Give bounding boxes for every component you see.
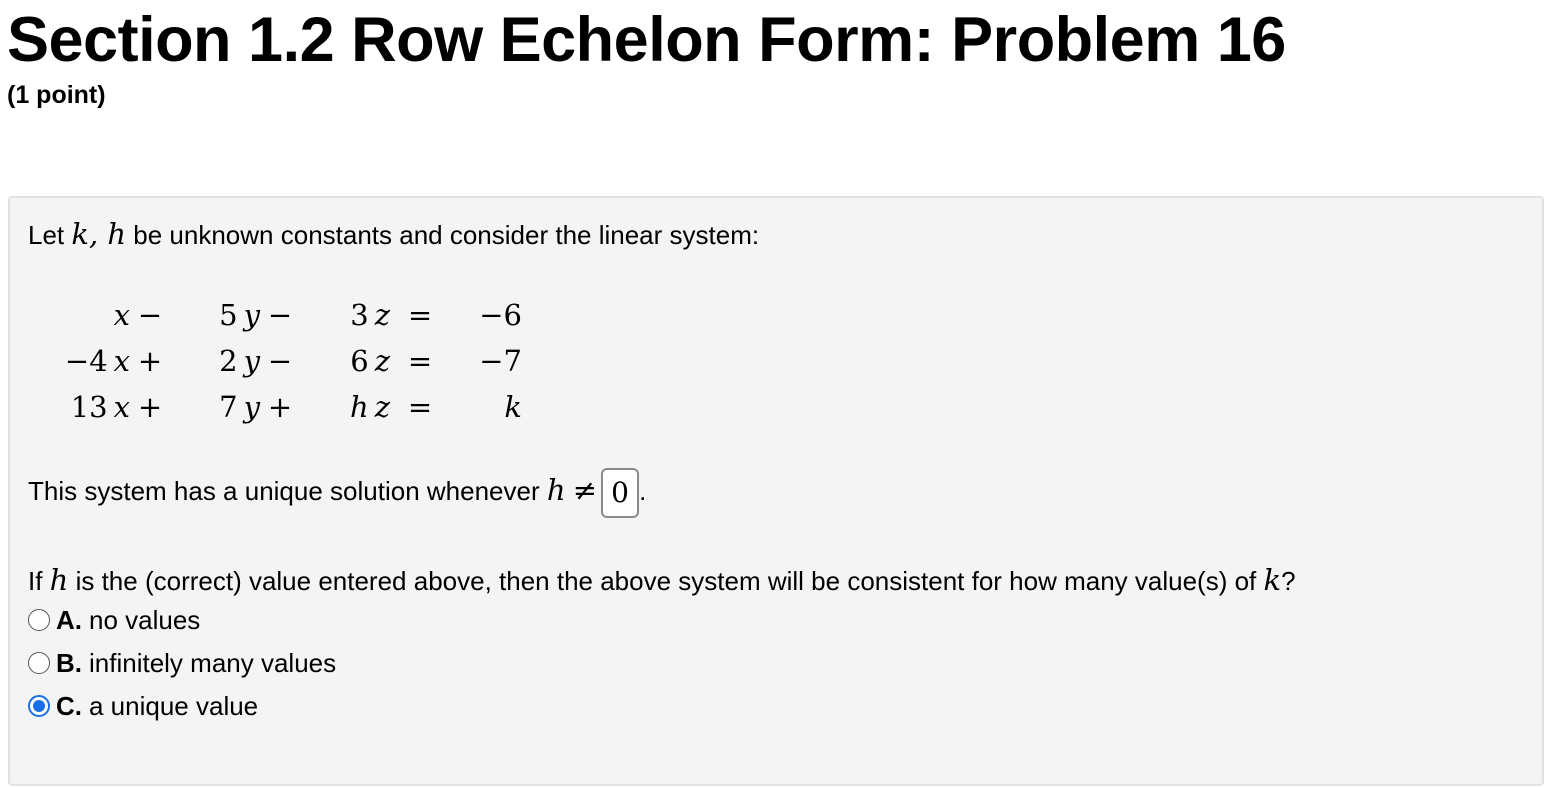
problem-box: Let k, h be unknown constants and consid… [8,196,1544,786]
term-variable: x [113,298,130,332]
system-term: 6z [300,338,390,384]
system-rhs: −7 [479,344,522,378]
term-coefficient: 2 [219,344,238,378]
choice-label: infinitely many values [89,647,337,678]
system-rhs: k [504,390,522,424]
term-variable: z [374,298,390,332]
equals-sign: = [407,344,433,378]
unique-suffix: . [639,476,647,506]
system-operator: + [137,390,163,424]
system-term: 7y [170,384,260,430]
term-variable: y [243,298,260,332]
question-var-k: k [1263,563,1282,597]
system-term: −4 x [50,338,130,384]
choice-option[interactable]: B. infinitely many values [28,647,336,679]
system-operator: − [267,298,293,332]
system-operator: + [267,390,293,424]
question-var-h: h [49,563,69,597]
equals-sign: = [407,390,433,424]
intro-suffix: be unknown constants and consider the li… [126,220,760,250]
term-variable: y [243,344,260,378]
choice-label: no values [89,604,201,635]
term-coefficient: 7 [219,390,238,424]
question-suffix: ? [1281,566,1296,596]
radio-button-selected[interactable] [28,695,50,717]
intro-vars: k, h [71,217,127,251]
system-rhs: −6 [479,298,522,332]
page-title: Section 1.2 Row Echelon Form: Problem 16 [7,5,1286,75]
term-coefficient: h [350,390,369,424]
term-variable: x [113,344,130,378]
term-coefficient: 3 [350,298,369,332]
question-mid: is the (correct) value entered above, th… [68,566,1264,596]
intro-text: Let k, h be unknown constants and consid… [28,218,759,251]
unique-solution-text: This system has a unique solution whenev… [28,464,647,519]
answer-input[interactable]: 0 [601,468,640,519]
system-term: 3z [300,292,390,338]
not-equal-sign: ≠ [572,473,598,507]
linear-system: x −5 y −3 z = −6 −4 x +2 y −6 z = −7 13 x +7 y + h z = k [50,292,522,430]
choice-option[interactable]: C. a unique value [28,690,258,722]
equals-sign: = [407,298,433,332]
choice-letter: B. [56,647,82,678]
system-row: 13 x +7 y + h z = k [50,384,522,430]
term-coefficient: 6 [350,344,369,378]
choice-label: a unique value [89,690,259,721]
unique-var: h [546,473,566,507]
question-text: If h is the (correct) value entered abov… [28,564,1296,597]
system-row: −4 x +2 y −6 z = −7 [50,338,522,384]
choice-letter: C. [56,690,82,721]
points-label: (1 point) [7,81,106,109]
system-row: x −5 y −3 z = −6 [50,292,522,338]
system-term: hz [300,384,390,430]
system-operator: − [137,298,163,332]
intro-prefix: Let [28,220,72,250]
term-coefficient: −4 [64,344,108,378]
system-term: 5y [170,292,260,338]
choice-letter: A. [56,604,82,635]
term-variable: x [113,390,130,424]
term-variable: z [374,390,390,424]
term-coefficient: 13 [70,390,108,424]
radio-button[interactable] [28,609,50,631]
system-term: 2y [170,338,260,384]
system-operator: − [267,344,293,378]
system-term: 13 x [50,384,130,430]
radio-button[interactable] [28,652,50,674]
question-prefix: If [28,566,50,596]
choice-option[interactable]: A. no values [28,604,200,636]
term-variable: z [374,344,390,378]
system-operator: + [137,344,163,378]
system-term: x [50,292,130,338]
term-variable: y [243,390,260,424]
unique-prefix: This system has a unique solution whenev… [28,476,547,506]
term-coefficient: 5 [219,298,238,332]
